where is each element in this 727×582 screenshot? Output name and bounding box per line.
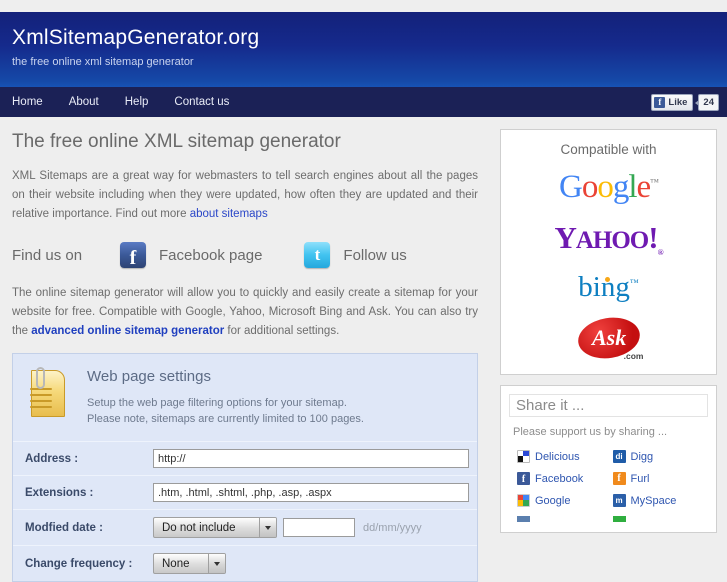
address-label: Address : [25,452,79,465]
change-frequency-label: Change frequency : [25,557,133,570]
facebook-page-link[interactable]: f Facebook page [120,242,262,268]
facebook-like-label: Like [668,96,688,108]
share-label-facebook: Facebook [535,472,584,485]
share-link-myspace[interactable]: m MySpace [612,494,709,508]
nav-item-home[interactable]: Home [12,96,43,108]
main-navigation: Home About Help Contact us f Like 24 [0,87,727,117]
compatible-with-title: Compatible with [560,142,657,157]
share-it-title: Share it ... [509,394,708,418]
site-header: XmlSitemapGenerator.org the free online … [0,12,727,87]
panel-subtitle-2: Please note, sitemaps are currently limi… [87,413,364,425]
description-text-2: for additional settings. [224,325,340,337]
share-link-partial-left[interactable] [517,516,613,523]
twitter-follow-label: Follow us [343,246,407,264]
form-row-modified-date: Modfied date : Do not include dd/mm/yyyy [13,509,477,545]
nav-item-contact-us[interactable]: Contact us [174,96,229,108]
form-row-change-frequency: Change frequency : None [13,545,477,581]
share-link-delicious[interactable]: Delicious [517,450,613,464]
web-page-settings-panel: Web page settings Setup the web page fil… [12,353,478,582]
share-label-furl: Furl [630,472,650,485]
share-icon-partial-left [517,516,530,523]
chevron-down-icon [259,518,276,537]
page-title: The free online XML sitemap generator [12,131,341,152]
ask-logo: Ask .com [509,313,708,363]
form-row-address: Address : [13,441,477,475]
digg-icon: di [612,450,626,464]
form-row-extensions: Extensions : [13,475,477,509]
share-link-furl[interactable]: f Furl [612,472,709,486]
share-link-google[interactable]: Google [517,494,613,508]
change-frequency-select[interactable]: None [153,553,226,574]
chevron-down-icon [208,554,225,573]
social-row: Find us on f Facebook page t Follow us [12,242,478,268]
share-label-delicious: Delicious [535,450,580,463]
advanced-generator-link[interactable]: advanced online sitemap generator [31,325,224,337]
panel-header: Web page settings Setup the web page fil… [13,354,477,441]
google-logo: Google™ [559,169,659,205]
facebook-like-widget[interactable]: f Like 24 [651,93,719,111]
modified-date-select-value: Do not include [162,521,236,534]
share-link-facebook[interactable]: f Facebook [517,472,613,486]
extensions-label: Extensions : [25,486,94,499]
modified-date-select[interactable]: Do not include [153,517,277,538]
modified-date-input[interactable] [283,518,355,537]
share-link-partial-right[interactable] [612,516,709,523]
facebook-f-icon: f [654,96,666,108]
share-label-digg: Digg [630,450,654,463]
facebook-icon: f [120,242,146,268]
facebook-icon: f [517,472,530,486]
twitter-follow-link[interactable]: t Follow us [304,242,407,268]
facebook-page-label: Facebook page [159,246,263,264]
nav-item-help[interactable]: Help [125,96,149,108]
share-it-box: Share it ... Please support us by sharin… [500,385,717,534]
share-links-grid: Delicious di Digg f Facebook f Furl Goog… [509,450,709,523]
site-title: XmlSitemapGenerator.org [12,26,260,49]
share-icon-partial-right [612,516,626,523]
document-icon [25,366,71,420]
site-tagline: the free online xml sitemap generator [12,56,194,68]
address-input[interactable] [153,449,469,468]
page-body: The free online XML sitemap generator XM… [0,117,727,582]
facebook-like-button[interactable]: f Like [651,93,694,111]
panel-title: Web page settings [87,368,211,385]
twitter-icon: t [304,242,331,268]
extensions-input[interactable] [153,483,469,502]
change-frequency-select-value: None [162,557,190,570]
panel-subtitle-1: Setup the web page filtering options for… [87,397,347,409]
share-label-myspace: MySpace [630,494,677,507]
bing-logo: bing ™ [578,271,639,304]
yahoo-logo: YAHOO!® [554,220,663,258]
description-paragraph: The online sitemap generator will allow … [12,284,478,341]
page-top-gap [0,0,727,12]
ask-dotcom-label: .com [623,351,644,362]
facebook-like-count: 24 [695,93,719,111]
main-content: The free online XML sitemap generator XM… [0,117,500,582]
sidebar: Compatible with Google™ YAHOO!® bing ™ As… [500,117,727,582]
google-icon [517,494,530,508]
intro-paragraph: XML Sitemaps are a great way for webmast… [12,167,478,224]
share-label-google: Google [535,494,571,507]
modified-date-label: Modfied date : [25,521,103,534]
delicious-icon [517,450,530,464]
share-link-digg[interactable]: di Digg [612,450,709,464]
compatible-with-box: Compatible with Google™ YAHOO!® bing ™ As… [500,129,717,376]
about-sitemaps-link[interactable]: about sitemaps [190,208,268,220]
myspace-icon: m [612,494,626,508]
date-format-hint: dd/mm/yyyy [363,521,422,534]
find-us-on-label: Find us on [12,246,83,264]
share-note: Please support us by sharing ... [513,426,668,439]
furl-icon: f [612,472,626,486]
panel-header-text: Web page settings Setup the web page fil… [87,366,364,427]
nav-item-about[interactable]: About [69,96,99,108]
